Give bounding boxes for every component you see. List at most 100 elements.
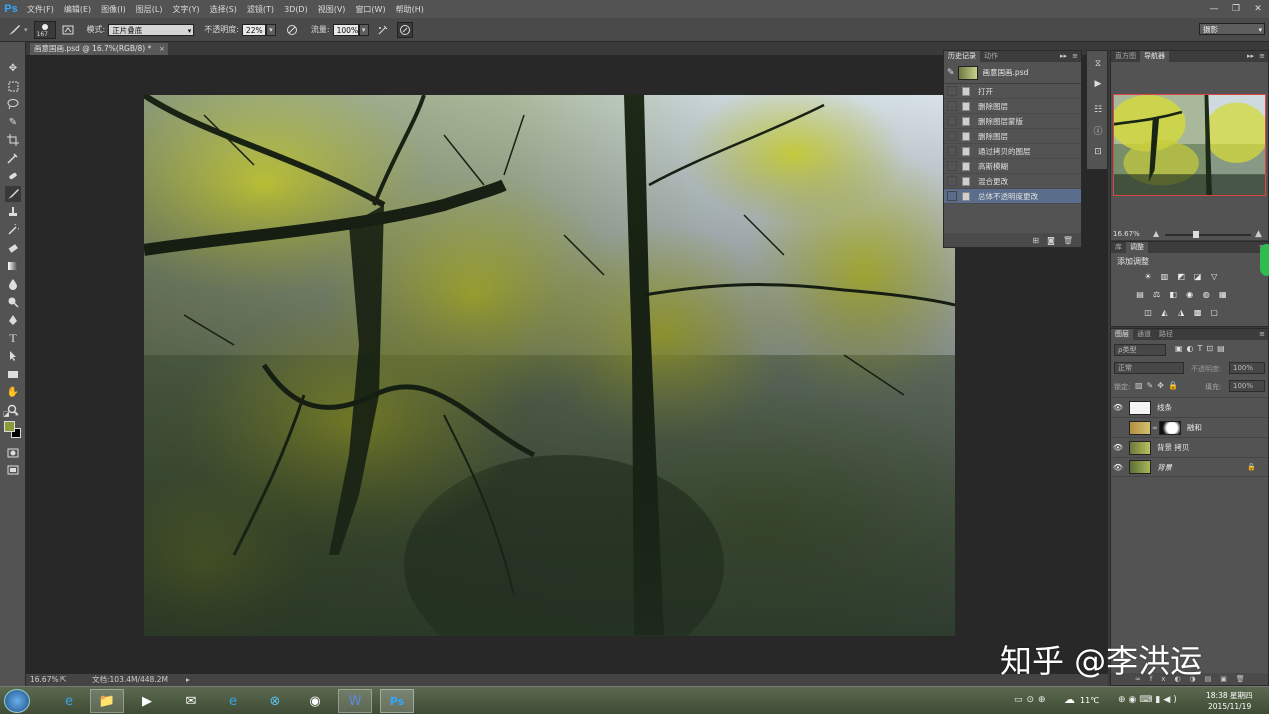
status-menu-arrow-icon[interactable]: ▸ bbox=[186, 674, 190, 686]
panel-collapse-icon[interactable]: ▸▸ bbox=[1060, 52, 1067, 60]
channel-mixer-icon[interactable]: ◍ bbox=[1201, 290, 1211, 300]
history-item[interactable]: 打开 bbox=[944, 84, 1081, 99]
fill-input[interactable]: 100% bbox=[1229, 380, 1265, 392]
curves-icon[interactable]: ◩ bbox=[1176, 272, 1186, 282]
word-taskbar-icon[interactable]: W bbox=[338, 689, 372, 713]
healing-brush-tool-icon[interactable] bbox=[5, 168, 21, 184]
flow-input[interactable]: 100% bbox=[332, 23, 359, 36]
brush-preset-picker[interactable]: 167 bbox=[33, 20, 56, 39]
visibility-eye-icon[interactable]: 👁 bbox=[1111, 443, 1125, 452]
photo-filter-icon[interactable]: ◉ bbox=[1185, 290, 1195, 300]
photoshop-taskbar-icon[interactable]: Ps bbox=[380, 689, 414, 713]
history-brush-source-icon[interactable]: ✎ bbox=[947, 68, 955, 78]
rectangle-tool-icon[interactable] bbox=[5, 366, 21, 382]
flow-dropdown-icon[interactable]: ▾ bbox=[358, 23, 369, 36]
visibility-eye-icon[interactable]: 👁 bbox=[1111, 463, 1125, 472]
opacity-input[interactable]: 22% bbox=[241, 23, 266, 36]
mode-select[interactable]: 正片叠底 bbox=[108, 23, 195, 37]
pressure-opacity-icon[interactable] bbox=[284, 22, 300, 38]
close-tab-icon[interactable]: × bbox=[159, 43, 165, 55]
menu-file[interactable]: 文件(F) bbox=[22, 4, 59, 15]
visibility-eye-icon[interactable]: 👁 bbox=[1111, 403, 1125, 412]
folder-taskbar-icon[interactable]: ✉ bbox=[174, 689, 208, 713]
history-item[interactable]: 删除图层 bbox=[944, 99, 1081, 114]
gradient-tool-icon[interactable] bbox=[5, 258, 21, 274]
layer-row[interactable]: 👁 背景 🔒 bbox=[1111, 457, 1268, 477]
marquee-tool-icon[interactable] bbox=[5, 78, 21, 94]
brush-panel-toggle-icon[interactable] bbox=[60, 22, 76, 38]
vibrance-icon[interactable]: ▽ bbox=[1209, 272, 1219, 282]
layer-opacity-input[interactable]: 100% bbox=[1229, 362, 1265, 374]
qq-taskbar-icon[interactable]: ◉ bbox=[298, 689, 332, 713]
history-item[interactable]: 高斯模糊 bbox=[944, 159, 1081, 174]
tab-histogram[interactable]: 直方图 bbox=[1111, 51, 1140, 62]
layer-name[interactable]: 融和 bbox=[1187, 422, 1202, 433]
document-tab[interactable]: 画意国画.psd @ 16.7%(RGB/8) * × bbox=[30, 43, 168, 55]
panel-menu-icon[interactable]: ≡ bbox=[1259, 330, 1265, 338]
invert-icon[interactable]: ◫ bbox=[1143, 308, 1153, 318]
system-tray-icons[interactable]: ⊕◉⌨▮◀) bbox=[1118, 695, 1180, 705]
delete-state-icon[interactable]: 🗑 bbox=[1063, 236, 1073, 245]
lasso-tool-icon[interactable] bbox=[5, 96, 21, 112]
gradient-map-icon[interactable]: ▩ bbox=[1193, 308, 1203, 318]
close-button[interactable]: ✕ bbox=[1247, 1, 1269, 17]
levels-icon[interactable]: ▥ bbox=[1160, 272, 1170, 282]
menu-image[interactable]: 图像(I) bbox=[96, 4, 131, 15]
default-colors-icon[interactable]: ◪ ↰ bbox=[3, 410, 18, 418]
history-snapshot[interactable]: ✎ 画意国画.psd bbox=[944, 62, 1081, 84]
zoom-slider-handle[interactable] bbox=[1193, 231, 1199, 238]
brightness-contrast-icon[interactable]: ☀ bbox=[1143, 272, 1153, 282]
lock-icons[interactable]: ▨✎✥🔒 bbox=[1135, 381, 1182, 390]
menu-view[interactable]: 视图(V) bbox=[313, 4, 351, 15]
crop-tool-icon[interactable] bbox=[5, 132, 21, 148]
menu-select[interactable]: 选择(S) bbox=[205, 4, 242, 15]
hue-saturation-icon[interactable]: ▤ bbox=[1135, 290, 1145, 300]
menu-layer[interactable]: 图层(L) bbox=[131, 4, 168, 15]
menu-type[interactable]: 文字(Y) bbox=[167, 4, 204, 15]
dodge-tool-icon[interactable] bbox=[5, 294, 21, 310]
history-brush-tool-icon[interactable] bbox=[5, 222, 21, 238]
history-item-selected[interactable]: 总体不透明度更改 bbox=[944, 189, 1081, 204]
layer-name[interactable]: 背景 bbox=[1157, 462, 1172, 473]
history-item[interactable]: 删除图层蒙版 bbox=[944, 114, 1081, 129]
hand-tool-icon[interactable]: ✋ bbox=[5, 384, 21, 400]
airbrush-icon[interactable] bbox=[375, 22, 391, 38]
quick-mask-icon[interactable] bbox=[5, 445, 21, 461]
layer-name[interactable]: 背景 拷贝 bbox=[1157, 442, 1189, 453]
exposure-icon[interactable]: ◪ bbox=[1193, 272, 1203, 282]
tab-actions[interactable]: 动作 bbox=[980, 51, 1002, 62]
mask-link-icon[interactable]: ∞ bbox=[1152, 424, 1158, 432]
layer-filter-icons[interactable]: ▣◐T⊡▤ bbox=[1175, 344, 1229, 353]
screen-mode-icon[interactable] bbox=[5, 462, 21, 478]
clock-time[interactable]: 18:38 星期四 bbox=[1206, 690, 1253, 701]
history-item[interactable]: 删除图层 bbox=[944, 129, 1081, 144]
menu-filter[interactable]: 滤镜(T) bbox=[242, 4, 279, 15]
quick-selection-tool-icon[interactable]: ✎ bbox=[5, 114, 21, 130]
qq-browser-taskbar-icon[interactable]: ⊗ bbox=[258, 689, 292, 713]
eyedropper-tool-icon[interactable] bbox=[5, 150, 21, 166]
zoom-slider[interactable] bbox=[1165, 234, 1251, 236]
history-item[interactable]: 混合更改 bbox=[944, 174, 1081, 189]
start-button[interactable] bbox=[4, 689, 30, 713]
move-tool-icon[interactable]: ✥ bbox=[5, 60, 21, 76]
tab-history[interactable]: 历史记录 bbox=[944, 51, 980, 62]
layer-row[interactable]: 👁 背景 拷贝 bbox=[1111, 437, 1268, 457]
tab-layers[interactable]: 图层 bbox=[1111, 329, 1133, 340]
tab-paths[interactable]: 路径 bbox=[1155, 329, 1177, 340]
brush-tool-icon[interactable] bbox=[5, 186, 21, 202]
clock-date[interactable]: 2015/11/19 bbox=[1208, 702, 1251, 711]
weather-icon[interactable]: ☁ bbox=[1064, 693, 1075, 706]
panel-collapse-icon[interactable]: ▸▸ bbox=[1247, 52, 1254, 60]
workspace-select[interactable]: 摄影 bbox=[1199, 23, 1265, 36]
history-item[interactable]: 通过拷贝的图层 bbox=[944, 144, 1081, 159]
explorer-taskbar-icon[interactable]: 📁 bbox=[90, 689, 124, 713]
visibility-eye-icon-hidden[interactable]: 👁 bbox=[1111, 423, 1125, 432]
menu-help[interactable]: 帮助(H) bbox=[391, 4, 429, 15]
layer-mask-thumbnail[interactable] bbox=[1158, 420, 1181, 435]
properties-panel-icon[interactable]: ☷ bbox=[1091, 103, 1105, 117]
zoom-readout[interactable]: 16.67% bbox=[30, 674, 59, 686]
panel-menu-icon[interactable]: ≡ bbox=[1259, 52, 1265, 60]
floating-assist-button[interactable] bbox=[1260, 244, 1269, 276]
navigator-zoom-value[interactable]: 16.67% bbox=[1113, 230, 1140, 238]
threshold-icon[interactable]: ◮ bbox=[1176, 308, 1186, 318]
